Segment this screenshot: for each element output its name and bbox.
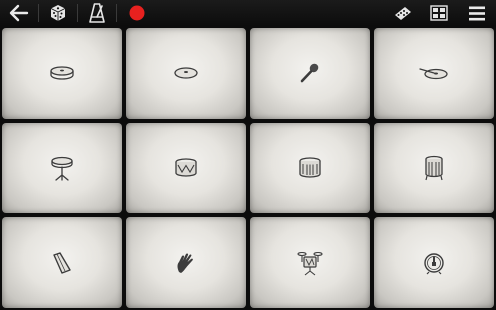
hand-clap-icon <box>177 253 193 273</box>
pad-ride[interactable] <box>374 28 494 119</box>
drum-kit-icon <box>297 251 323 276</box>
pad-hand-clap[interactable] <box>126 217 246 308</box>
pad-cowbell[interactable] <box>2 217 122 308</box>
back-button[interactable] <box>0 0 38 26</box>
menu-button[interactable] <box>458 0 496 26</box>
drum-kit-icon <box>395 7 411 20</box>
record-button[interactable] <box>117 0 157 26</box>
pad-snare[interactable] <box>126 122 246 214</box>
cowbell-icon <box>53 251 71 274</box>
metronome-button[interactable] <box>78 0 116 26</box>
menu-icon <box>469 6 485 20</box>
toolbar <box>0 0 496 26</box>
hi-hat-stand-icon <box>51 156 73 181</box>
random-button[interactable] <box>39 0 77 26</box>
pad-crash[interactable] <box>126 28 246 119</box>
pad-hi-hat[interactable] <box>2 28 122 119</box>
record-icon <box>129 5 145 21</box>
hi-hat-cymbal-icon <box>50 66 74 80</box>
snare-drum-icon <box>175 158 197 177</box>
drum-pad-grid <box>0 26 496 310</box>
floor-tom-icon <box>425 155 443 181</box>
dice-icon <box>50 5 66 21</box>
pad-maraca[interactable] <box>250 28 370 119</box>
tom-drum-icon <box>299 157 321 178</box>
pad-hi-hat-stand[interactable] <box>2 122 122 214</box>
maraca-icon <box>300 64 319 83</box>
pad-floor-tom[interactable] <box>374 122 494 214</box>
drum-kit-button[interactable] <box>386 0 420 26</box>
pad-tom[interactable] <box>250 122 370 214</box>
pad-drum-kit[interactable] <box>250 217 370 308</box>
kit-selector-button[interactable] <box>420 0 458 26</box>
pad-bass-drum[interactable] <box>374 217 494 308</box>
back-arrow-icon <box>9 4 29 22</box>
kit-selector-icon <box>430 5 448 21</box>
bass-drum-icon <box>424 252 444 275</box>
ride-cymbal-icon <box>419 68 448 80</box>
crash-cymbal-icon <box>174 67 198 79</box>
metronome-icon <box>89 3 105 23</box>
